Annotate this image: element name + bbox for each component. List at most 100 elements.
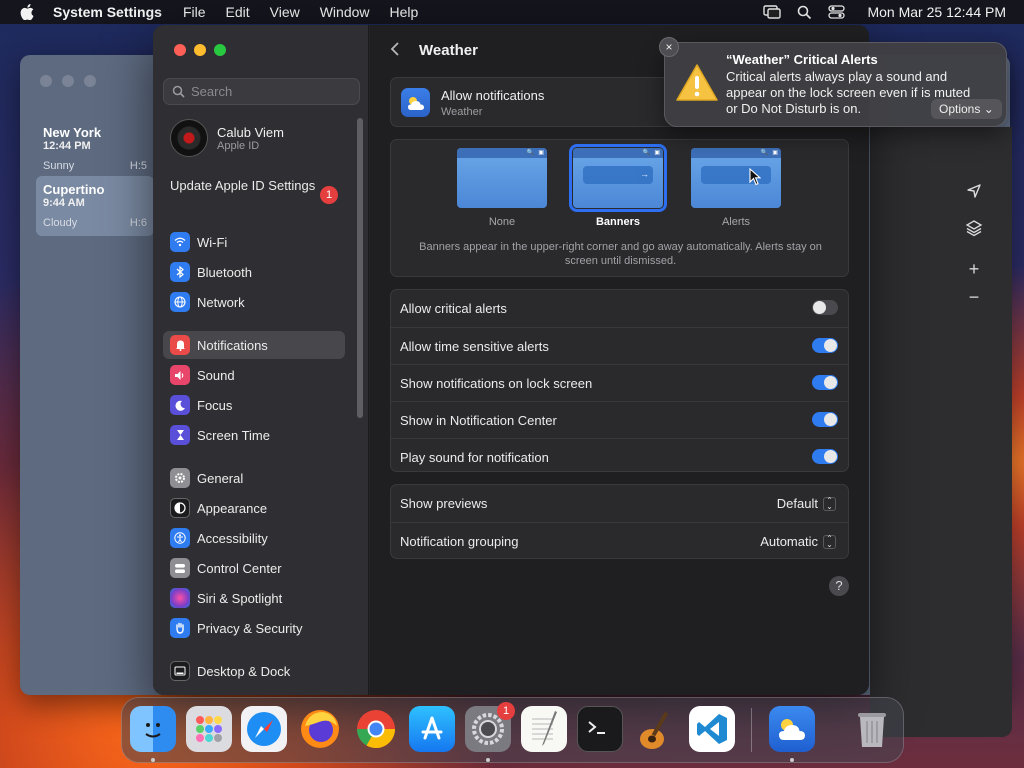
sidebar-item-sound[interactable]: Sound [163, 361, 345, 389]
control-center-icon [170, 558, 190, 578]
update-apple-id-item[interactable]: Update Apple ID Settings 1 [170, 178, 350, 204]
sidebar-item-label: Network [197, 294, 245, 310]
menu-app-name[interactable]: System Settings [53, 4, 162, 20]
appearance-icon [170, 498, 190, 518]
time-sensitive-toggle[interactable] [812, 338, 838, 353]
avatar [170, 119, 208, 157]
control-center-icon[interactable] [828, 5, 846, 19]
sidebar-item-wifi[interactable]: Wi-Fi [163, 228, 345, 256]
dock-app-store-icon[interactable] [409, 706, 455, 752]
dock-terminal-icon[interactable] [577, 706, 623, 752]
dock-icon [170, 661, 190, 681]
help-button[interactable]: ? [829, 576, 849, 596]
lock-screen-toggle[interactable] [812, 375, 838, 390]
allow-notifications-label: Allow notifications [441, 88, 545, 103]
dock-garageband-icon[interactable] [633, 706, 679, 752]
sidebar-item-label: Sound [197, 367, 235, 383]
apple-id-account[interactable]: Calub Viem Apple ID [170, 119, 284, 157]
notification-grouping-select[interactable]: Automatic ⌃ ⌄ [760, 534, 836, 549]
dock-weather-icon[interactable] [769, 706, 815, 752]
city-condition-row: Cloudy H:6 [43, 217, 147, 229]
select-label: Notification grouping [400, 533, 519, 549]
notification-options-button[interactable]: Options ⌄ [931, 99, 1002, 119]
notification-center-toggle[interactable] [812, 412, 838, 427]
sidebar-item-general[interactable]: General [163, 464, 345, 492]
back-chevron-icon[interactable] [390, 41, 400, 62]
sidebar-item-desktop-dock[interactable]: Desktop & Dock [163, 657, 345, 685]
style-thumbnail: 🔍 ▣ [691, 148, 781, 208]
menu-bar: System Settings File Edit View Window He… [0, 0, 1024, 24]
globe-icon [170, 292, 190, 312]
select-row-show-previews: Show previews Default ⌃ ⌄ [391, 485, 848, 522]
thumb-banner: → [583, 166, 653, 184]
dock-textedit-icon[interactable] [521, 706, 567, 752]
screen-mirroring-icon[interactable] [763, 5, 782, 19]
sidebar-item-bluetooth[interactable]: Bluetooth [163, 258, 345, 286]
options-label: Options [939, 102, 981, 116]
updown-chevron-icon: ⌃ ⌄ [823, 534, 836, 549]
alert-style-none[interactable]: 🔍 ▣ None [457, 148, 547, 228]
sidebar-item-network[interactable]: Network [163, 288, 345, 316]
menu-edit[interactable]: Edit [226, 4, 250, 20]
zoom-button[interactable] [214, 44, 226, 56]
menubar-clock[interactable]: Mon Mar 25 12:44 PM [867, 4, 1006, 20]
account-text: Calub Viem Apple ID [217, 125, 284, 152]
sidebar-item-screen-time[interactable]: Screen Time [163, 421, 345, 449]
critical-alerts-notification[interactable]: × “Weather” Critical Alerts Critical ale… [659, 37, 1007, 127]
sidebar-item-label: Appearance [197, 500, 268, 516]
layers-icon[interactable] [962, 219, 986, 243]
menu-window[interactable]: Window [320, 4, 370, 20]
menu-help[interactable]: Help [390, 4, 419, 20]
notification-close-button[interactable]: × [659, 37, 679, 57]
play-sound-toggle[interactable] [812, 449, 838, 464]
location-arrow-icon[interactable] [962, 181, 986, 205]
hourglass-icon [170, 425, 190, 445]
sidebar-item-privacy-security[interactable]: Privacy & Security [163, 614, 345, 642]
menu-file[interactable]: File [183, 4, 206, 20]
menu-view[interactable]: View [270, 4, 300, 20]
dock-vscode-icon[interactable] [689, 706, 735, 752]
sidebar-item-control-center[interactable]: Control Center [163, 554, 345, 582]
spotlight-search-icon[interactable] [797, 5, 812, 20]
alert-style-banners[interactable]: 🔍 ▣ → Banners [569, 144, 667, 228]
city-high: H:6 [129, 217, 147, 229]
close-button[interactable] [174, 44, 186, 56]
zoom-dot[interactable] [84, 75, 96, 87]
select-label: Show previews [400, 496, 488, 511]
sidebar-item-label: Control Center [197, 560, 282, 576]
zoom-out-icon[interactable]: − [962, 285, 986, 309]
sidebar-item-label: Bluetooth [197, 264, 252, 280]
sidebar-item-focus[interactable]: Focus [163, 391, 345, 419]
dock-finder-icon[interactable] [130, 706, 176, 752]
sidebar-item-accessibility[interactable]: Accessibility [163, 524, 345, 552]
toggle-label: Show in Notification Center [400, 412, 557, 428]
speaker-icon [170, 365, 190, 385]
toggle-label: Show notifications on lock screen [400, 375, 593, 391]
zoom-in-icon[interactable]: + [962, 257, 986, 281]
search-input[interactable] [191, 84, 351, 99]
thumb-menubar: 🔍 ▣ [457, 148, 547, 158]
city-item-cupertino[interactable]: Cupertino 9:44 AM Cloudy H:6 [36, 176, 154, 236]
toggle-row-lock-screen: Show notifications on lock screen [391, 364, 848, 401]
apple-logo-icon[interactable] [18, 4, 36, 20]
dock-chrome-icon[interactable] [353, 706, 399, 752]
alert-style-alerts[interactable]: 🔍 ▣ Alerts [691, 148, 781, 228]
minimize-dot[interactable] [62, 75, 74, 87]
sidebar-item-label: Desktop & Dock [197, 663, 291, 679]
toggle-row-play-sound: Play sound for notification [391, 438, 848, 475]
city-item-new-york[interactable]: New York 12:44 PM Sunny H:5 [36, 119, 154, 178]
sidebar-item-siri-spotlight[interactable]: Siri & Spotlight [163, 584, 345, 612]
close-dot[interactable] [40, 75, 52, 87]
sidebar-item-appearance[interactable]: Appearance [163, 494, 345, 522]
critical-alerts-toggle[interactable] [812, 300, 838, 315]
sidebar-item-label: Notifications [197, 337, 268, 353]
dock-launchpad-icon[interactable] [186, 706, 232, 752]
sidebar-item-notifications[interactable]: Notifications [163, 331, 345, 359]
dock-safari-icon[interactable] [241, 706, 287, 752]
show-previews-select[interactable]: Default ⌃ ⌄ [777, 496, 836, 511]
minimize-button[interactable] [194, 44, 206, 56]
dock-trash-icon[interactable] [849, 706, 895, 752]
dock-firefox-icon[interactable] [297, 706, 343, 752]
sidebar-scrollbar[interactable] [357, 118, 363, 418]
search-field[interactable] [163, 78, 360, 105]
